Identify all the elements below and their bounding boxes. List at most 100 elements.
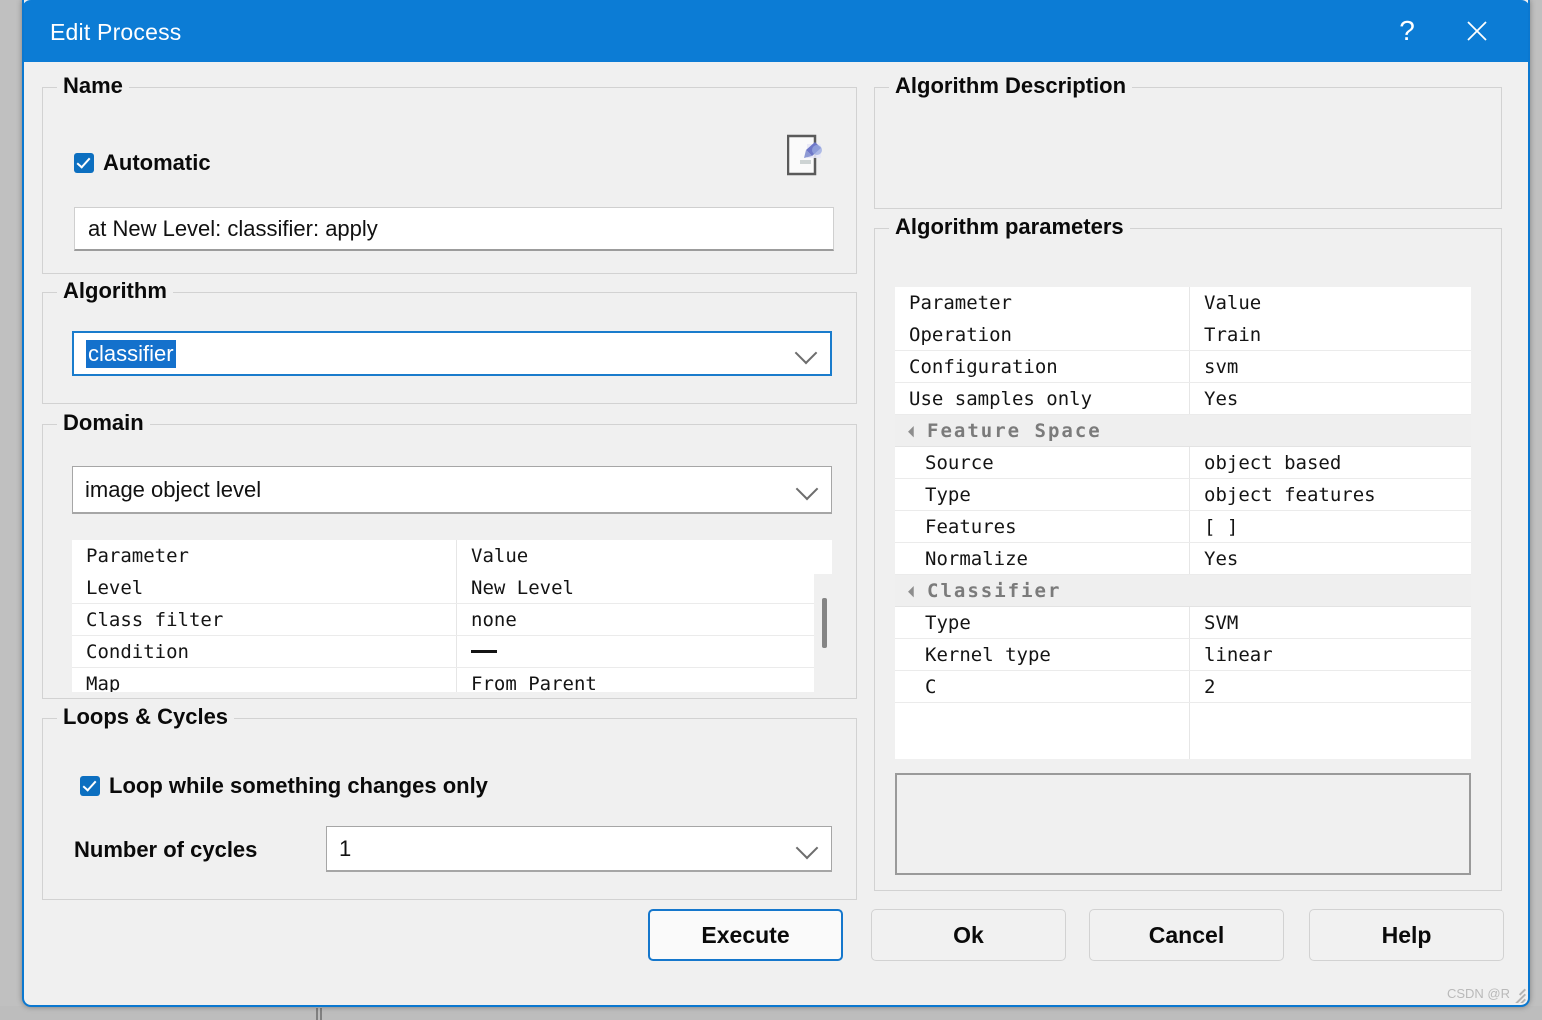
cell-parameter: Class filter: [72, 604, 457, 635]
chevron-down-icon[interactable]: [794, 341, 818, 364]
table-row[interactable]: Use samples only Yes: [895, 383, 1471, 415]
cell-parameter: Source: [895, 447, 1190, 478]
domain-table-scrollbar[interactable]: [814, 574, 836, 692]
scrollbar-thumb[interactable]: [822, 598, 827, 648]
loop-while-changes-checkbox[interactable]: Loop while something changes only: [80, 773, 488, 799]
table-header-row: Parameter Value: [72, 540, 832, 572]
cell-value: [1190, 415, 1471, 446]
table-group-row[interactable]: Feature Space: [895, 415, 1471, 447]
table-row[interactable]: Type SVM: [895, 607, 1471, 639]
execute-button[interactable]: Execute: [648, 909, 843, 961]
number-of-cycles-combobox[interactable]: 1: [326, 826, 832, 872]
close-icon[interactable]: [1446, 0, 1508, 62]
table-row[interactable]: Source object based: [895, 447, 1471, 479]
column-header-value: Value: [471, 545, 529, 567]
edit-process-dialog: Edit Process ? Name Automatic at New Lev…: [22, 0, 1530, 1007]
table-header-row: Parameter Value: [895, 287, 1471, 319]
cell-value: From Parent: [471, 672, 597, 693]
cell-value: object based: [1204, 451, 1342, 474]
domain-combobox-value: image object level: [85, 476, 262, 502]
cell-parameter: Features: [895, 511, 1190, 542]
table-row[interactable]: Kernel type linear: [895, 639, 1471, 671]
cell-value: [1190, 575, 1471, 606]
cell-value: 2: [1204, 675, 1216, 698]
name-group-legend: Name: [57, 73, 129, 99]
table-row[interactable]: Operation Train: [895, 319, 1471, 351]
automatic-checkbox[interactable]: Automatic: [74, 150, 211, 176]
parameter-detail-box: [895, 773, 1471, 875]
ok-button[interactable]: Ok: [871, 909, 1066, 961]
table-group-row[interactable]: Classifier: [895, 575, 1471, 607]
cell-parameter: [895, 703, 1190, 759]
cell-value: linear: [1204, 643, 1273, 666]
chevron-down-icon[interactable]: [795, 477, 819, 500]
resize-grip[interactable]: [1504, 981, 1526, 1003]
cell-value: Train: [1204, 323, 1262, 346]
algorithm-parameter-table[interactable]: Parameter Value Operation Train Configuratio…: [895, 287, 1471, 759]
domain-parameter-table[interactable]: Parameter Value Level New Level Class filter…: [72, 540, 832, 692]
cell-parameter: Condition: [72, 636, 457, 667]
algorithm-parameters-legend: Algorithm parameters: [889, 214, 1130, 240]
table-row[interactable]: C2: [895, 671, 1471, 703]
table-row[interactable]: Level New Level: [72, 572, 832, 604]
watermark: CSDN @R: [1446, 986, 1510, 1001]
cell-parameter: C: [895, 671, 1190, 702]
cell-value: Yes: [1204, 547, 1239, 570]
name-field[interactable]: at New Level: classifier: apply: [74, 207, 834, 251]
cell-parameter: Type: [895, 479, 1190, 510]
cell-value: [ ]: [1204, 515, 1239, 538]
cell-value: Yes: [1204, 387, 1239, 410]
empty-value-dash-icon: [471, 650, 497, 653]
algorithm-description-legend: Algorithm Description: [889, 73, 1133, 99]
algorithm-description-group: Algorithm Description: [874, 73, 1502, 209]
table-row[interactable]: Type object features: [895, 479, 1471, 511]
cell-parameter: Operation: [895, 319, 1190, 350]
cell-value: New Level: [471, 576, 574, 599]
number-of-cycles-label: Number of cycles: [74, 837, 258, 862]
checkbox-check-icon: [80, 776, 100, 796]
expander-triangle-icon[interactable]: [908, 585, 920, 597]
dialog-title: Edit Process: [50, 19, 182, 45]
algorithm-group-legend: Algorithm: [57, 278, 173, 304]
cell-value: [1190, 703, 1471, 759]
algorithm-combobox[interactable]: classifier: [72, 331, 832, 376]
cell-parameter: Level: [72, 572, 457, 603]
cancel-button[interactable]: Cancel: [1089, 909, 1284, 961]
table-empty-row[interactable]: [895, 703, 1471, 759]
background-splitter-handle[interactable]: [315, 1008, 323, 1020]
table-row[interactable]: Features [ ]: [895, 511, 1471, 543]
automatic-checkbox-label: Automatic: [103, 150, 211, 175]
dialog-titlebar[interactable]: Edit Process ?: [24, 0, 1528, 62]
help-icon[interactable]: ?: [1376, 0, 1438, 62]
table-row[interactable]: Condition: [72, 636, 832, 668]
column-header-value: Value: [1204, 292, 1262, 314]
domain-combobox[interactable]: image object level: [72, 466, 832, 514]
algorithm-description-text: [889, 102, 1487, 198]
expander-triangle-icon[interactable]: [908, 425, 920, 437]
table-row[interactable]: Configuration svm: [895, 351, 1471, 383]
cell-parameter: Type: [895, 607, 1190, 638]
cell-value: object features: [1204, 483, 1376, 506]
loops-cycles-group: Loops & Cycles: [42, 704, 857, 900]
help-button[interactable]: Help: [1309, 909, 1504, 961]
table-row[interactable]: Class filter none: [72, 604, 832, 636]
background-panel: [0, 1006, 1542, 1020]
cell-value: SVM: [1204, 611, 1239, 634]
cell-value: svm: [1204, 355, 1239, 378]
cell-parameter: Map: [72, 668, 457, 692]
column-header-parameter: Parameter: [895, 287, 1190, 319]
algorithm-combobox-value: classifier: [86, 339, 176, 368]
domain-group-legend: Domain: [57, 410, 150, 436]
cell-value: none: [471, 608, 517, 631]
table-row[interactable]: Map From Parent: [72, 668, 832, 692]
cell-value: [457, 636, 832, 667]
column-header-parameter: Parameter: [72, 540, 457, 572]
number-of-cycles-value: 1: [339, 835, 352, 861]
checkbox-check-icon: [74, 153, 94, 173]
cell-parameter: Normalize: [895, 543, 1190, 574]
document-edit-icon[interactable]: [786, 134, 825, 178]
chevron-down-icon[interactable]: [795, 836, 819, 859]
cell-parameter: Configuration: [895, 351, 1190, 382]
cell-parameter: Use samples only: [895, 383, 1190, 414]
table-row[interactable]: Normalize Yes: [895, 543, 1471, 575]
